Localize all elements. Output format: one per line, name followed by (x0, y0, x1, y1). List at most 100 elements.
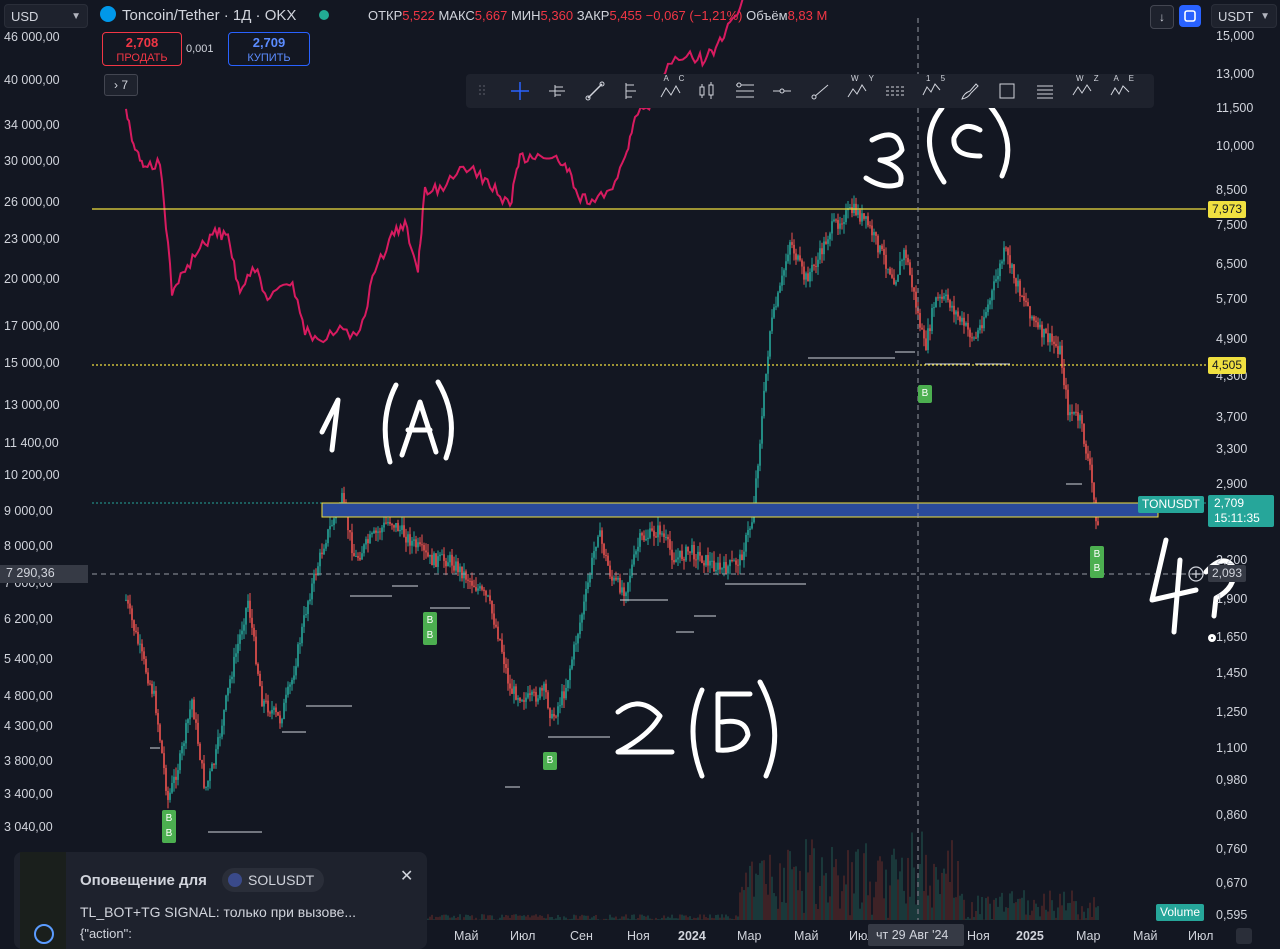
volume-bar (877, 860, 879, 920)
settings-gear-icon[interactable] (1236, 928, 1252, 944)
trend-line-icon[interactable] (583, 79, 607, 103)
volume-bar (977, 895, 979, 920)
candle-body (385, 522, 387, 524)
hand-digit-1 (319, 397, 341, 453)
candle-body (679, 550, 681, 558)
abcde-wave-icon[interactable]: A E (1108, 74, 1134, 103)
candle-body (931, 308, 933, 332)
horizontal-line-icon[interactable] (770, 79, 794, 103)
candle-body (443, 554, 445, 561)
buy-signal-marker[interactable]: B (162, 825, 176, 843)
candle-body (703, 562, 705, 566)
candle-body (313, 573, 315, 584)
volume-bar (745, 872, 747, 920)
candle-body (503, 651, 505, 665)
candle-body (711, 560, 713, 562)
candle-body (221, 725, 223, 737)
buy-signal-marker[interactable]: B (918, 385, 932, 403)
candle-body (255, 636, 257, 665)
candle-body (999, 263, 1001, 277)
candle-body (353, 553, 355, 557)
volume-bar (947, 850, 949, 920)
parallel-channel-icon[interactable] (883, 79, 907, 103)
candle-body (387, 521, 389, 524)
volume-bar (579, 916, 581, 920)
volume-bar (1083, 911, 1085, 920)
xabcd-pattern-icon[interactable]: A C (658, 74, 684, 103)
volume-bar (613, 917, 615, 920)
candle-body (1001, 261, 1003, 264)
volume-bar (437, 917, 439, 920)
volume-bar (827, 902, 829, 920)
price-chart[interactable] (0, 0, 1280, 949)
candle-body (735, 560, 737, 565)
candle-body (273, 707, 275, 710)
candle-body (355, 556, 357, 558)
volume-bar (855, 851, 857, 920)
candle-body (877, 235, 879, 253)
candle-body (573, 644, 575, 660)
candle-body (329, 526, 331, 530)
rectangle-icon[interactable] (995, 79, 1019, 103)
buy-signal-marker[interactable]: B (423, 627, 437, 645)
candle-body (415, 539, 417, 548)
brush-icon[interactable] (958, 79, 982, 103)
buy-signal-marker[interactable]: B (1090, 560, 1104, 578)
crosshair-icon[interactable] (508, 79, 532, 103)
candle-body (143, 651, 145, 659)
candle-body (993, 281, 995, 291)
volume-profile-icon[interactable] (545, 79, 569, 103)
volume-bar (631, 914, 633, 920)
hand-letter-c (951, 123, 983, 159)
volume-bar (915, 904, 917, 920)
candle-body (225, 695, 227, 711)
price-tag-mid: 4,505 (1208, 357, 1247, 374)
volume-bar (455, 918, 457, 920)
volume-bar (887, 917, 889, 920)
volume-bar (519, 915, 521, 920)
volume-bar (955, 897, 957, 920)
volume-bar (501, 914, 503, 920)
time-axis-label: 2025 (1016, 929, 1044, 943)
buy-signal-marker[interactable]: B (543, 752, 557, 770)
hand-paren-a-open (382, 382, 399, 465)
elliott-impulse-icon[interactable]: 1 5 (920, 74, 945, 103)
alert-toast[interactable]: Оповещение для SOLUSDT ✕ TL_BOT+TG SIGNA… (14, 852, 427, 949)
close-icon[interactable]: ✕ (400, 866, 413, 886)
right-axis-label: 13,000 (1216, 67, 1255, 81)
candle-body (223, 710, 225, 726)
pitchfork-icon[interactable] (620, 79, 644, 103)
candle-body (609, 565, 611, 577)
alert-symbol-chip[interactable]: SOLUSDT (222, 868, 325, 892)
volume-bar (809, 854, 811, 920)
candle-body (145, 658, 147, 673)
candle-body (371, 533, 373, 535)
ray-icon[interactable] (808, 79, 832, 103)
candle-body (1067, 389, 1069, 416)
fib-retracement-icon[interactable] (733, 79, 757, 103)
wave-pattern-icon[interactable]: W Y (845, 74, 874, 103)
candle-body (897, 274, 899, 282)
volume-bar (657, 919, 659, 920)
candle-body (973, 337, 975, 339)
candle-body (463, 571, 465, 579)
volume-bar (589, 918, 591, 920)
text-lines-icon[interactable] (1033, 79, 1057, 103)
candle-body (795, 253, 797, 260)
candle-body (755, 478, 757, 504)
candle-body (515, 686, 517, 700)
candle-body (1029, 306, 1031, 319)
candle-body (627, 582, 629, 593)
volume-bar (973, 917, 975, 920)
candle-body (579, 622, 581, 635)
crosshair-price-tag: 2,093 (1208, 565, 1247, 582)
volume-bar (1031, 910, 1033, 920)
wxy-wave-icon[interactable]: W Z (1070, 74, 1099, 103)
candle-body (779, 285, 781, 293)
candle-body (859, 210, 861, 222)
candle-body (165, 768, 167, 791)
candle-body (535, 692, 537, 702)
support-zone-rectangle[interactable] (321, 502, 1159, 518)
candle-body (285, 694, 287, 703)
candles-icon[interactable] (695, 79, 719, 103)
